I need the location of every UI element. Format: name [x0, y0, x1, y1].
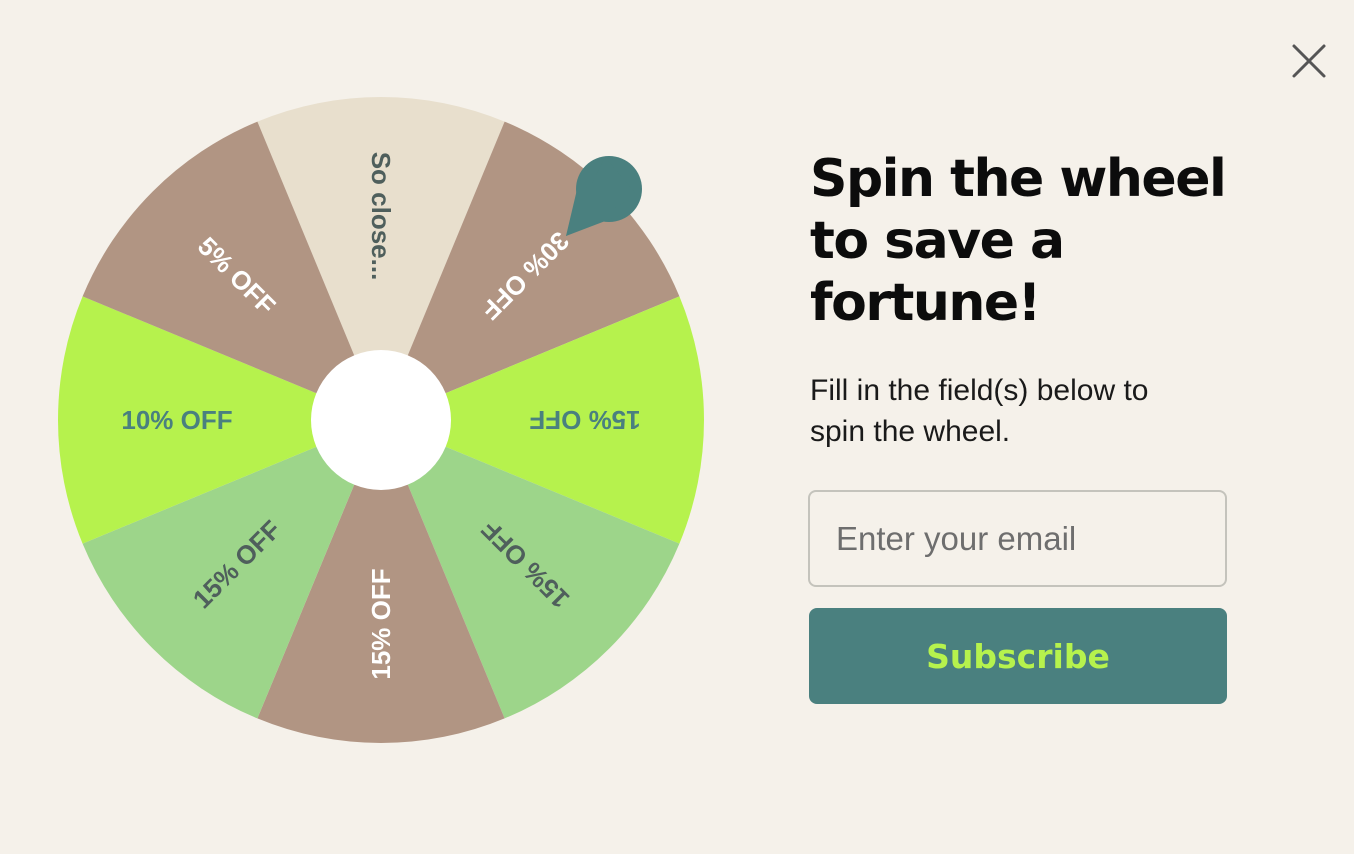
wheel-hub — [311, 350, 451, 490]
wheel-segment-label: 15% OFF — [366, 568, 396, 679]
wheel-segment-label: 10% OFF — [121, 405, 232, 435]
close-x-icon — [1292, 44, 1326, 78]
subscribe-button[interactable]: Subscribe — [809, 608, 1227, 704]
email-input[interactable] — [808, 490, 1227, 587]
headline: Spin the wheel to save a fortune! — [810, 149, 1227, 333]
spin-wheel-modal: So close... 30% OFF 15% OFF 15% OFF 15% OFF 1… — [0, 0, 1354, 854]
content-panel: Spin the wheel to save a fortune! Fill i… — [810, 148, 1240, 452]
subtitle: Fill in the field(s) below to spin the w… — [810, 374, 1149, 448]
wheel-segment-label: 15% OFF — [529, 405, 640, 435]
prize-wheel-graphic: So close... 30% OFF15% OFF15% OFF15% OFF1… — [58, 97, 704, 743]
prize-wheel[interactable]: So close... 30% OFF 15% OFF 15% OFF 15% OFF 1… — [58, 97, 704, 743]
wheel-segment-label: So close... — [366, 152, 396, 281]
close-button[interactable] — [1286, 38, 1332, 84]
